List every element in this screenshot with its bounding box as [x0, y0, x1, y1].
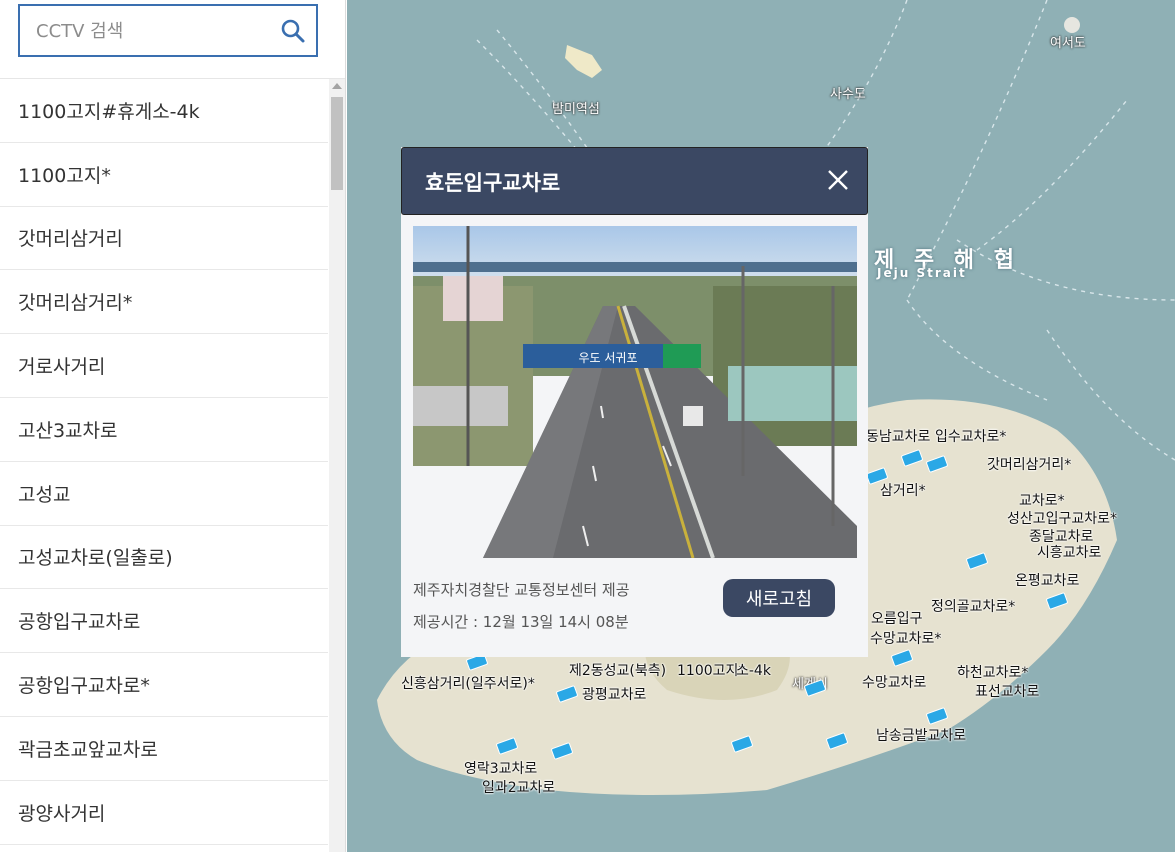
- refresh-button[interactable]: 새로고침: [723, 579, 835, 617]
- cctv-marker-label[interactable]: 온평교차로: [1015, 570, 1079, 590]
- cctv-marker-label[interactable]: 수망교차로: [862, 672, 926, 692]
- cctv-marker-label[interactable]: 삼거리*: [880, 480, 926, 500]
- cctv-marker-label[interactable]: 표선교차로: [975, 681, 1039, 701]
- popup-title: 효돈입구교차로: [425, 171, 561, 195]
- cctv-list-item[interactable]: 고산3교차로: [0, 398, 328, 462]
- search-icon[interactable]: [280, 18, 306, 44]
- popup-source-text: 제주자치경찰단 교통정보센터 제공: [413, 581, 630, 599]
- popup-time-text: 제공시간 : 12월 13일 14시 08분: [413, 613, 629, 631]
- cctv-list-item[interactable]: 1100고지*: [0, 143, 328, 207]
- cctv-marker-label[interactable]: 갓머리삼거리*: [987, 454, 1071, 474]
- cctv-list-item[interactable]: 거로사거리: [0, 334, 328, 398]
- cctv-marker-label[interactable]: 입수교차로*: [935, 426, 1006, 446]
- cctv-marker-label[interactable]: 오름입구: [871, 608, 923, 628]
- search-box: [18, 4, 318, 57]
- cctv-marker-label[interactable]: 영락3교차로: [464, 758, 537, 778]
- cctv-list-item[interactable]: 1100고지#휴게소-4k: [0, 79, 328, 143]
- cctv-marker-label[interactable]: 정의골교차로*: [931, 596, 1015, 616]
- cctv-list: 1100고지#휴게소-4k 1100고지* 갓머리삼거리 갓머리삼거리* 거로사거리 고산…: [0, 79, 328, 852]
- cctv-marker-label[interactable]: 광평교차로: [582, 684, 646, 704]
- cctv-marker-label[interactable]: 신흥삼거리(일주서로)*: [401, 673, 535, 693]
- list-scrollbar[interactable]: [329, 79, 345, 852]
- cctv-list-item[interactable]: 갓머리삼거리: [0, 207, 328, 271]
- cctv-popup: 효돈입구교차로 우도 서귀포 제주자치경찰단 교통정보센터 제공 제공시간: …: [401, 147, 868, 657]
- popup-header: 효돈입구교차로: [401, 147, 868, 215]
- cctv-list-item[interactable]: 갓머리삼거리*: [0, 270, 328, 335]
- cctv-list-item[interactable]: 곽금초교앞교차로: [0, 717, 328, 781]
- cctv-marker-label[interactable]: 제2동성교(북측): [569, 660, 666, 680]
- cctv-marker-label[interactable]: 성산고입구교차로*: [1007, 508, 1117, 528]
- cctv-marker-label[interactable]: 동남교차로: [866, 426, 930, 446]
- cctv-sidebar: 1100고지#휴게소-4k1100고지*갓머리삼거리갓머리삼거리*거로사거리고산…: [0, 0, 346, 852]
- scroll-up-arrow-icon[interactable]: [332, 83, 342, 89]
- cctv-search-input[interactable]: [36, 16, 276, 46]
- cctv-marker-label[interactable]: 수망교차로*: [870, 628, 941, 648]
- cctv-marker-label[interactable]: 교차로*: [1019, 490, 1065, 510]
- road-sign-text: 우도 서귀포: [578, 351, 637, 365]
- cctv-list-item[interactable]: 공항입구교차로*: [0, 653, 328, 717]
- cctv-marker-label[interactable]: 시흥교차로: [1037, 542, 1101, 562]
- scrollbar-thumb[interactable]: [331, 97, 343, 190]
- place-label: 밤미역섬: [552, 102, 600, 117]
- cctv-marker-label[interactable]: 소-4k: [736, 660, 771, 680]
- strait-label-en: Jeju Strait: [877, 266, 967, 280]
- cctv-marker-label[interactable]: 일과2교차로: [482, 777, 555, 797]
- cctv-marker-label[interactable]: 남송금밭교차로: [876, 725, 966, 745]
- place-label: 여서도: [1050, 36, 1086, 51]
- cctv-list-item[interactable]: 광양사거리: [0, 781, 328, 845]
- app: 1100고지#휴게소-4k1100고지*갓머리삼거리갓머리삼거리*거로사거리고산…: [0, 0, 1175, 852]
- cctv-list-item[interactable]: 고성교: [0, 462, 328, 526]
- place-label: 사수도: [830, 87, 866, 102]
- cctv-camera-feed: 우도 서귀포: [413, 226, 857, 558]
- cctv-marker-label[interactable]: 하천교차로*: [957, 662, 1028, 682]
- cctv-list-item[interactable]: 고성교차로(일출로): [0, 526, 328, 590]
- close-icon[interactable]: [823, 165, 853, 195]
- cctv-list-item[interactable]: 공항입구교차로: [0, 589, 328, 654]
